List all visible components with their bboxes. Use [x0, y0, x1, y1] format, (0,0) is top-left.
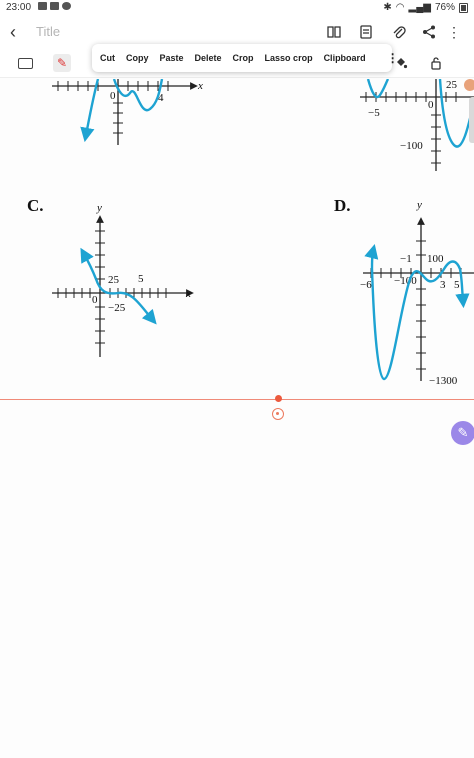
keyboard-button[interactable]: [14, 53, 36, 73]
document-button[interactable]: [358, 24, 374, 40]
book-button[interactable]: [326, 24, 342, 40]
notification-icons: [38, 2, 71, 10]
tick-label-5: 5: [454, 279, 460, 291]
menu-delete[interactable]: Delete: [195, 53, 222, 63]
title-input[interactable]: Title: [36, 24, 60, 39]
note-canvas[interactable]: x 0 4 25 −5 0 −100 C. y x 25 5 0 −25 D. …: [0, 79, 474, 758]
status-time: 23:00: [6, 2, 32, 13]
pen-button[interactable]: ✎: [51, 53, 73, 73]
curve: [366, 79, 390, 99]
attach-button[interactable]: [391, 24, 407, 40]
tick-label-25: 25: [446, 79, 458, 91]
x-axis-label: x: [197, 80, 203, 92]
page-marker[interactable]: [275, 395, 282, 402]
more-options-button[interactable]: ⋮: [446, 24, 462, 40]
tick-label-neg1: −1: [400, 253, 412, 265]
share-icon: [423, 25, 435, 39]
pasted-graphs-image: x 0 4 25 −5 0 −100 C. y x 25 5 0 −25 D. …: [27, 79, 474, 387]
attach-icon: [393, 26, 406, 39]
menu-lasso-crop[interactable]: Lasso crop: [265, 53, 313, 63]
x-axis-label: x: [185, 288, 191, 300]
tick-label-neg5: −5: [368, 107, 380, 119]
curve-right-arrow: [455, 268, 470, 309]
graph-top-right: 25 −5 0 −100: [360, 79, 474, 171]
sync-icon: [62, 2, 71, 10]
back-button[interactable]: ‹: [10, 21, 30, 43]
menu-clipboard[interactable]: Clipboard: [324, 53, 366, 63]
gallery-icon: [38, 2, 47, 10]
graph-top-left: x 0 4: [52, 79, 203, 145]
tick-label-neg100: −100: [394, 275, 417, 287]
floating-pen-button[interactable]: ✎: [451, 421, 474, 445]
status-bar: 23:00 ✱ ◠ ▂▄▆ 76%: [0, 0, 474, 16]
graph-letter: C.: [27, 196, 44, 215]
bluetooth-icon: ✱: [383, 2, 392, 13]
video-icon: [50, 2, 59, 10]
more-vertical-icon: ⋮: [447, 24, 461, 40]
tick-label-neg6: −6: [360, 279, 372, 291]
y-axis-label: y: [96, 202, 102, 214]
tick-label-neg1300: −1300: [429, 375, 458, 387]
tick-label-neg25: −25: [108, 302, 126, 314]
tick-label-5: 5: [138, 273, 144, 285]
battery-percent: 76%: [434, 2, 455, 13]
tick-label-3: 3: [440, 279, 446, 291]
tick-label-0: 0: [428, 99, 434, 111]
y-axis-label: y: [416, 199, 422, 211]
graph-d: D. y −1 100 −6 −100 3 5 −1300: [334, 196, 474, 387]
tick-label-100: 100: [427, 253, 444, 265]
wifi-icon: ◠: [395, 2, 405, 13]
chevron-left-icon: ‹: [10, 22, 16, 42]
tick-label-0: 0: [110, 90, 116, 102]
tick-label-neg100: −100: [400, 140, 423, 152]
lock-button[interactable]: [425, 53, 447, 73]
system-icons: ✱ ◠ ▂▄▆ 76%: [383, 2, 468, 13]
menu-more-icon[interactable]: ⋮: [387, 51, 399, 65]
resize-handle-icon[interactable]: [272, 408, 284, 420]
graph-c: C. y x 25 5 0 −25: [27, 196, 194, 357]
curve-left-arrow: [364, 244, 379, 270]
document-icon: [360, 25, 372, 39]
share-button[interactable]: [421, 24, 437, 40]
page-divider: [0, 399, 474, 400]
menu-copy[interactable]: Copy: [126, 53, 149, 63]
pen-icon: ✎: [457, 425, 469, 440]
tick-label-0: 0: [92, 294, 98, 306]
drag-handle[interactable]: [464, 79, 474, 91]
lock-icon: [431, 57, 441, 70]
selection-context-menu: Cut Copy Paste Delete Crop Lasso crop Cl…: [92, 44, 399, 72]
curve-left: [80, 247, 98, 280]
menu-crop[interactable]: Crop: [233, 53, 254, 63]
menu-cut[interactable]: Cut: [100, 53, 115, 63]
battery-icon: [459, 2, 468, 13]
tick-label-25: 25: [108, 274, 120, 286]
signal-icon: ▂▄▆: [408, 2, 431, 13]
pen-icon: ✎: [53, 54, 71, 72]
graph-letter: D.: [334, 196, 351, 215]
book-icon: [327, 26, 341, 38]
menu-paste[interactable]: Paste: [160, 53, 184, 63]
side-panel-handle[interactable]: [469, 97, 474, 143]
keyboard-icon: [17, 57, 33, 69]
